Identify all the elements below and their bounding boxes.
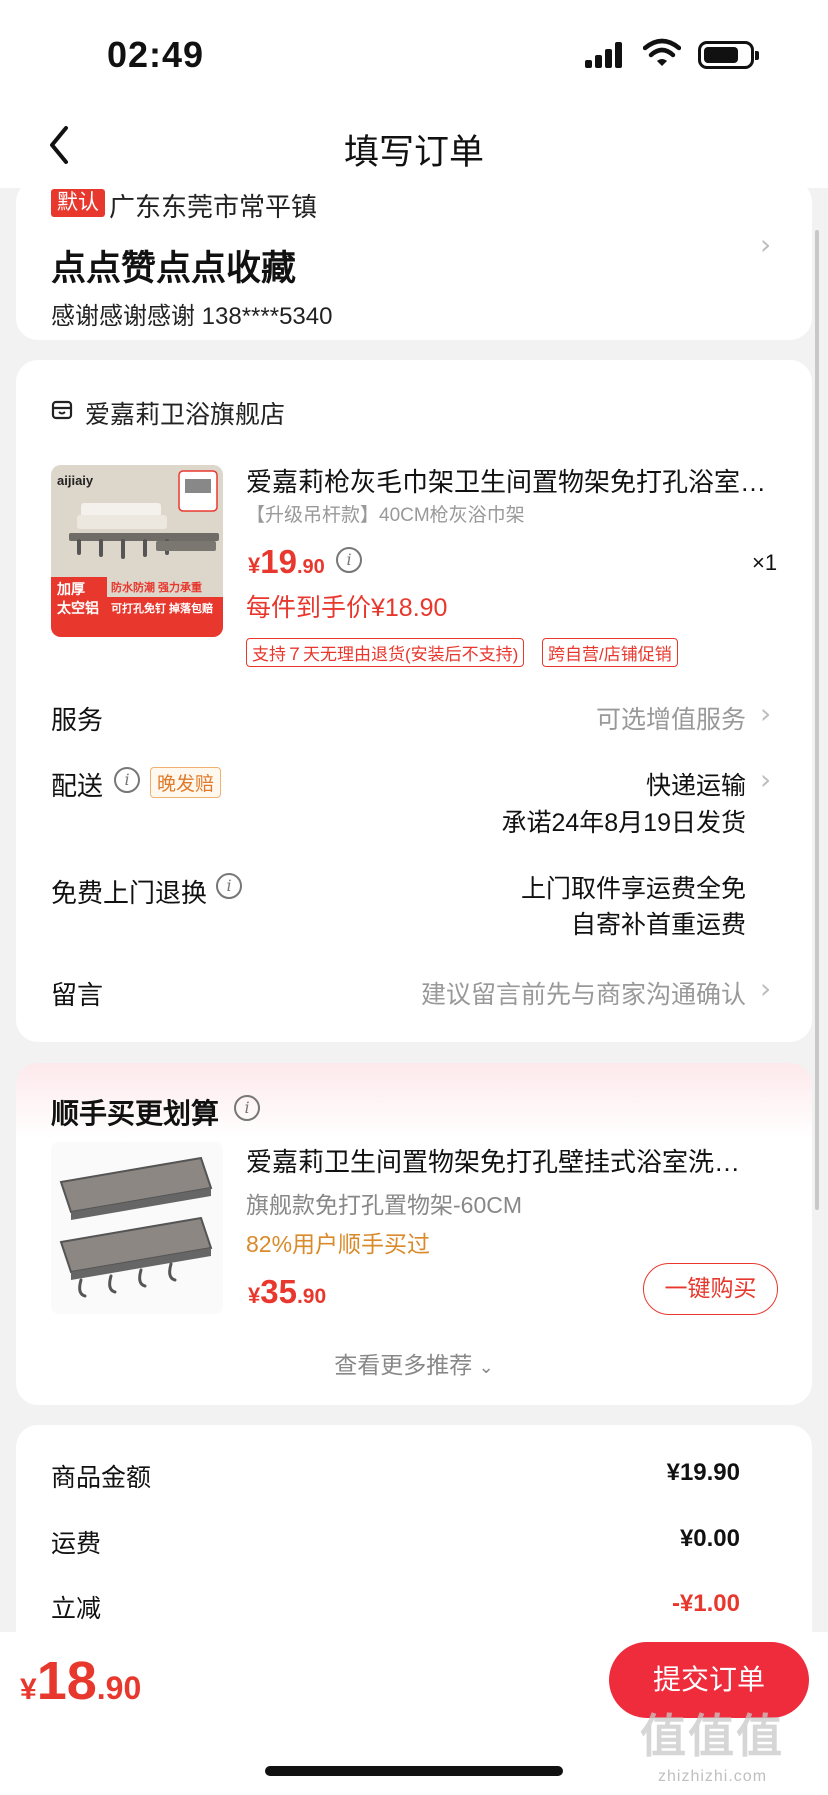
address-contact: 感谢感谢感谢 138****5340	[51, 303, 333, 330]
price-integer: 19	[260, 543, 297, 580]
service-value[interactable]: 可选增值服务	[596, 700, 746, 736]
delivery-info-icon[interactable]: i	[114, 767, 140, 793]
scrollbar[interactable]	[815, 230, 819, 1210]
recommend-product-image[interactable]	[51, 1142, 223, 1314]
chevron-right-icon: ›	[760, 228, 772, 261]
shelf-illustration	[51, 1142, 223, 1314]
summary-value-shipping: ¥0.00	[679, 1525, 740, 1552]
product-image-bottom: 可打孔免钉 掉落包赔	[111, 603, 214, 615]
address-detail: 点点赞点点收藏	[51, 249, 297, 288]
late-compensation-tag: 晚发赔	[150, 767, 222, 798]
total-price: ¥18.90	[20, 1650, 141, 1712]
product-spec: 【升级吊杆款】40CM枪灰浴巾架	[246, 505, 525, 526]
total-decimal: .90	[96, 1670, 142, 1706]
promotion-tag: 跨自营/店铺促销	[542, 638, 678, 667]
total-currency: ¥	[20, 1673, 37, 1706]
free-return-info-icon[interactable]: i	[216, 873, 242, 899]
home-indicator[interactable]	[265, 1766, 563, 1776]
recommend-product-name[interactable]: 爱嘉莉卫生间置物架免打孔壁挂式浴室洗…	[246, 1142, 776, 1179]
page-title: 填写订单	[343, 133, 484, 172]
wifi-icon	[643, 38, 681, 66]
chevron-down-icon: ⌄	[478, 1357, 494, 1378]
delivery-method[interactable]: 快递运输	[646, 766, 746, 802]
product-image-line2: 太空铝	[57, 600, 99, 616]
watermark-url: zhizhizhi.com	[658, 1768, 768, 1785]
free-return-line1: 上门取件享运费全免	[520, 875, 746, 903]
message-input[interactable]: 建议留言前先与商家沟通确认	[421, 975, 746, 1011]
recommend-price: ¥35.90	[248, 1273, 326, 1311]
price-info-icon[interactable]: i	[336, 547, 362, 573]
cellular-signal-icon	[585, 42, 625, 68]
free-return-label: 免费上门退换	[51, 878, 208, 908]
product-price: ¥19.90	[248, 543, 325, 581]
summary-value-discount: -¥1.00	[671, 1590, 740, 1617]
default-address-badge: 默认	[51, 189, 105, 217]
summary-value-goods: ¥19.90	[666, 1459, 740, 1486]
delivery-label: 配送	[51, 771, 104, 801]
chevron-right-icon: ›	[760, 763, 772, 796]
price-integer: 35	[260, 1273, 297, 1310]
price-decimal: .90	[296, 556, 325, 578]
summary-label-goods: 商品金额	[51, 1464, 152, 1492]
free-return-line2: 自寄补首重运费	[570, 911, 746, 939]
watermark-logo: 值值值	[640, 1710, 784, 1762]
delivery-promise: 承诺24年8月19日发货	[501, 809, 746, 837]
recommend-product-spec: 旗舰款免打孔置物架-60CM	[246, 1192, 523, 1218]
summary-label-shipping: 运费	[51, 1530, 102, 1558]
summary-label-discount: 立减	[51, 1595, 102, 1623]
total-integer: 18	[36, 1651, 97, 1711]
product-image-line1: 加厚	[57, 581, 85, 597]
product-image-feature: 防水防潮 强力承重	[111, 582, 203, 594]
store-name[interactable]: 爱嘉莉卫浴旗舰店	[85, 395, 285, 431]
status-time: 02:49	[107, 34, 205, 75]
one-click-buy-button[interactable]: 一键购买	[643, 1263, 778, 1315]
price-currency: ¥	[248, 553, 261, 578]
chevron-right-icon: ›	[760, 697, 772, 730]
more-recommend-label: 查看更多推荐	[334, 1352, 473, 1378]
recommend-bought-rate: 82%用户顺手买过	[246, 1231, 431, 1257]
return-policy-tag: 支持７天无理由退货(安装后不支持)	[246, 638, 525, 667]
address-region: 广东东莞市常平镇	[109, 192, 318, 222]
product-quantity: ×1	[752, 550, 778, 575]
service-label: 服务	[51, 705, 104, 735]
recommend-title: 顺手买更划算	[51, 1098, 220, 1129]
product-title[interactable]: 爱嘉莉枪灰毛巾架卫生间置物架免打孔浴室…	[246, 462, 776, 499]
final-unit-price: 每件到手价¥18.90	[246, 594, 448, 622]
chevron-right-icon: ›	[760, 972, 772, 1005]
recommend-info-icon[interactable]: i	[234, 1095, 260, 1121]
battery-icon	[698, 41, 759, 69]
product-image[interactable]: aijiaiy 加厚 太空铝 防水防潮 强力承重 可打孔免钉 掉落包赔	[51, 465, 223, 637]
store-icon	[51, 400, 73, 420]
product-image-brand: aijiaiy	[57, 473, 94, 488]
price-decimal: .90	[296, 1285, 327, 1308]
price-currency: ¥	[248, 1283, 261, 1308]
more-recommend-link[interactable]: 查看更多推荐 ⌄	[0, 1346, 828, 1380]
message-label: 留言	[51, 980, 104, 1010]
